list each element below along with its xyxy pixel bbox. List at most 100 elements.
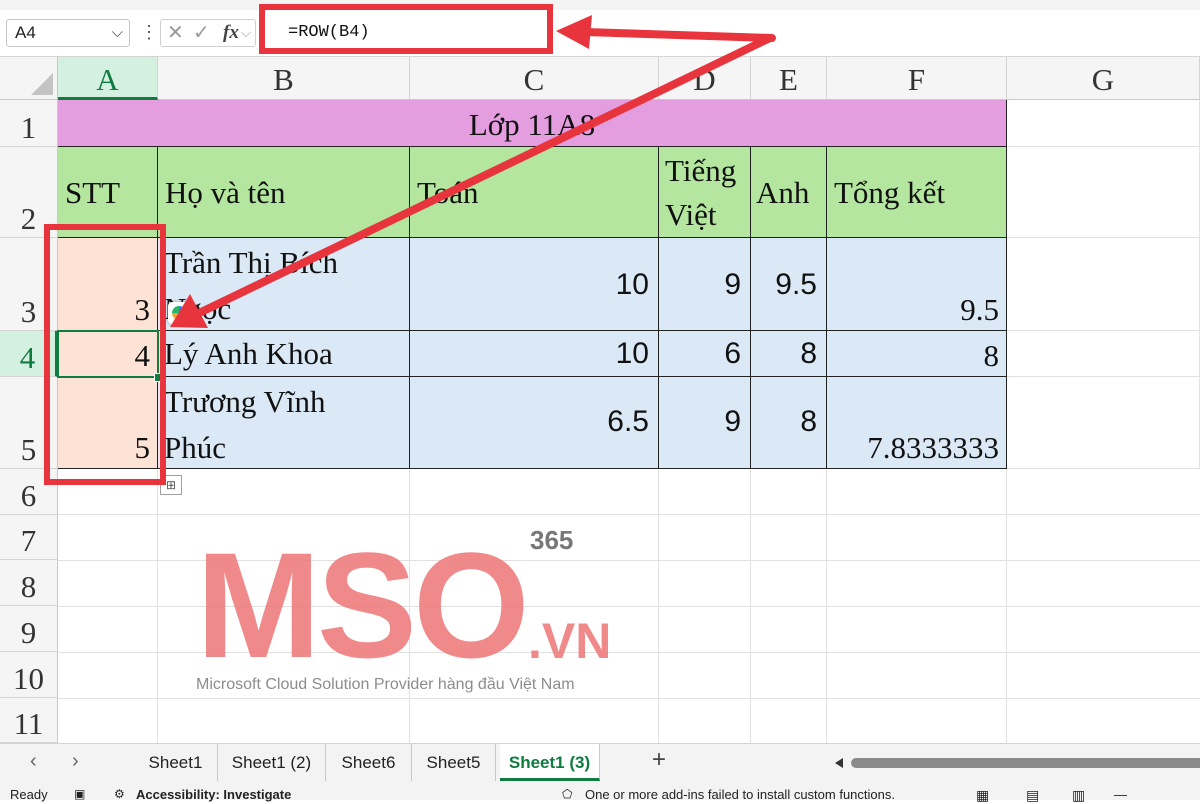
row-header-label: 1 (20, 110, 37, 145)
chevron-left-icon[interactable]: ‹ (30, 750, 37, 773)
class-title: Lớp 11A8 (468, 107, 596, 142)
horizontal-scrollbar[interactable] (835, 758, 1200, 768)
column-header-e[interactable]: E (751, 57, 827, 100)
total-score: 9.5 (960, 292, 999, 327)
watermark-badge: 365 (530, 525, 574, 555)
header-stt: STT (65, 175, 121, 210)
cell-f5[interactable]: 7.8333333 (827, 377, 1007, 469)
formula-highlight-box (259, 4, 553, 54)
math-score: 10 (615, 337, 649, 370)
row-header-7[interactable]: 7 (0, 515, 58, 560)
header-eng: Anh (756, 175, 810, 210)
eng-score: 8 (800, 337, 817, 370)
cell-title-merged[interactable]: Lớp 11A8 (58, 100, 1007, 147)
cell-b3[interactable]: Trần Thị Bích Ngọc (158, 238, 410, 331)
cell-c4[interactable]: 10 (410, 331, 659, 377)
row-header-label: 11 (13, 706, 44, 741)
select-all-button[interactable] (0, 57, 58, 100)
more-options-icon[interactable]: ⋮ (140, 22, 158, 43)
cell-c2[interactable]: Toán (410, 147, 659, 238)
page-break-icon[interactable]: ▥ (1072, 787, 1085, 804)
cell-f2[interactable]: Tổng kết (827, 147, 1007, 238)
row-header-10[interactable]: 10 (0, 652, 58, 698)
stt-column-highlight-box (44, 224, 166, 485)
name-box-value: A4 (15, 23, 36, 42)
cell-d4[interactable]: 6 (659, 331, 751, 377)
column-header-f[interactable]: F (827, 57, 1007, 100)
header-name: Họ và tên (165, 175, 286, 210)
cell-g3[interactable] (1007, 238, 1200, 331)
warning-icon: ⬠ (562, 787, 573, 801)
total-score: 7.8333333 (867, 430, 999, 465)
enter-icon[interactable]: ✓ (193, 20, 210, 46)
cell-e5[interactable]: 8 (751, 377, 827, 469)
cell-c3[interactable]: 10 (410, 238, 659, 331)
cell-e4[interactable]: 8 (751, 331, 827, 377)
cell-e2[interactable]: Anh (751, 147, 827, 238)
macro-record-icon[interactable]: ▣ (74, 787, 85, 801)
name-box[interactable]: A4 ⌵ (6, 19, 130, 47)
tab-sheet1-3[interactable]: Sheet1 (3) (500, 744, 600, 781)
chevron-down-icon[interactable]: ⌵ (241, 20, 251, 46)
cell-d2[interactable]: Tiếng Việt (659, 147, 751, 238)
student-name-line1: Lý Anh Khoa (164, 336, 333, 371)
eng-score: 9.5 (775, 268, 817, 301)
cell-f4[interactable]: 8 (827, 331, 1007, 377)
formula-buttons: ✕ ✓ fx ⌵ (160, 19, 256, 47)
row-header-label: 10 (13, 661, 44, 696)
math-score: 10 (615, 268, 649, 301)
total-score: 8 (983, 338, 1000, 373)
row-header-label: 8 (20, 569, 37, 604)
cell-g1[interactable] (1007, 100, 1200, 147)
watermark-tagline: Microsoft Cloud Solution Provider hàng đ… (196, 676, 575, 693)
column-header-a[interactable]: A (58, 57, 158, 100)
sheet-tab-bar: ‹ › Sheet1 Sheet1 (2) Sheet6 Sheet5 Shee… (0, 743, 1200, 781)
cell-g4[interactable] (1007, 331, 1200, 377)
cell-b5[interactable]: Trương Vĩnh Phúc (158, 377, 410, 469)
row-header-label: 9 (20, 615, 37, 650)
cell-e3[interactable]: 9.5 (751, 238, 827, 331)
row-header-9[interactable]: 9 (0, 606, 58, 652)
copilot-icon[interactable] (168, 302, 190, 324)
eng-score: 8 (800, 405, 817, 438)
row-header-8[interactable]: 8 (0, 560, 58, 606)
header-viet-line1: Tiếng (665, 153, 737, 188)
cell-b2[interactable]: Họ và tên (158, 147, 410, 238)
cell-f3[interactable]: 9.5 (827, 238, 1007, 331)
cell-d5[interactable]: 9 (659, 377, 751, 469)
column-header-d[interactable]: D (659, 57, 751, 100)
cell-g2[interactable] (1007, 147, 1200, 238)
student-name-line1: Trần Thị Bích (164, 245, 338, 280)
cancel-icon[interactable]: ✕ (167, 20, 184, 46)
insert-function-icon[interactable]: fx (223, 20, 239, 46)
student-name-line1: Trương Vĩnh (164, 384, 326, 419)
row-header-11[interactable]: 11 (0, 698, 58, 743)
header-math: Toán (417, 175, 479, 210)
chevron-right-icon[interactable]: › (72, 750, 79, 773)
cell-b4[interactable]: Lý Anh Khoa (158, 331, 410, 377)
viet-score: 6 (724, 337, 741, 370)
accessibility-icon[interactable]: ⚙ (114, 787, 125, 801)
column-header-b[interactable]: B (158, 57, 410, 100)
tab-sheet1-2[interactable]: Sheet1 (2) (218, 744, 326, 781)
column-header-g[interactable]: G (1007, 57, 1200, 100)
tab-sheet1[interactable]: Sheet1 (134, 744, 218, 781)
tab-sheet5[interactable]: Sheet5 (412, 744, 496, 781)
normal-view-icon[interactable]: ▦ (976, 787, 989, 804)
viet-score: 9 (724, 405, 741, 438)
column-header-c[interactable]: C (410, 57, 659, 100)
math-score: 6.5 (607, 405, 649, 438)
chevron-down-icon[interactable]: ⌵ (112, 20, 123, 46)
watermark-brand: MSO (196, 521, 530, 689)
watermark-suffix: .VN (528, 613, 612, 669)
status-bar: Ready ▣ ⚙ Accessibility: Investigate ⬠ O… (0, 781, 1200, 803)
cell-d3[interactable]: 9 (659, 238, 751, 331)
cell-g5[interactable] (1007, 377, 1200, 469)
page-layout-icon[interactable]: ▤ (1026, 787, 1039, 804)
viet-score: 9 (724, 268, 741, 301)
add-sheet-icon[interactable]: + (652, 746, 666, 774)
header-total: Tổng kết (834, 175, 946, 210)
row-header-1[interactable]: 1 (0, 100, 58, 147)
tab-sheet6[interactable]: Sheet6 (326, 744, 412, 781)
cell-c5[interactable]: 6.5 (410, 377, 659, 469)
